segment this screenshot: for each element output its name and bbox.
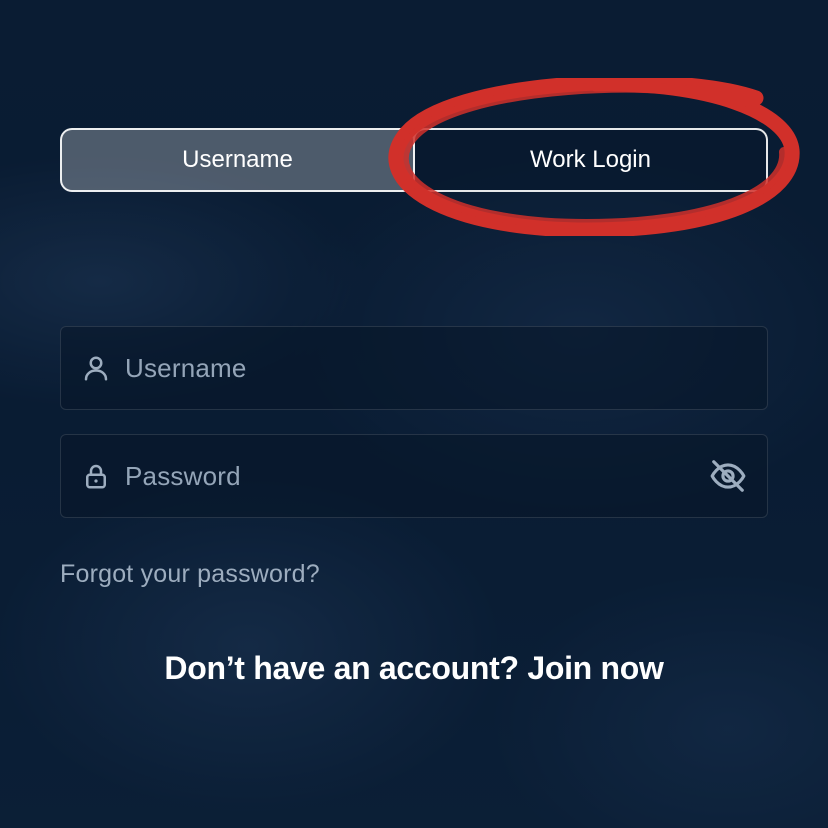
join-now-label: Don’t have an account? Join now xyxy=(164,650,663,686)
tab-work-login[interactable]: Work Login xyxy=(413,128,768,192)
password-input[interactable] xyxy=(125,461,709,492)
tab-work-login-label: Work Login xyxy=(530,146,651,174)
lock-icon xyxy=(81,461,111,491)
join-now-link[interactable]: Don’t have an account? Join now xyxy=(164,650,663,686)
tab-username[interactable]: Username xyxy=(60,128,415,192)
login-form: Forgot your password? xyxy=(60,326,768,589)
user-icon xyxy=(81,353,111,383)
join-now-section: Don’t have an account? Join now xyxy=(0,650,828,687)
login-form-container: Username Work Login xyxy=(0,0,828,589)
forgot-password-link[interactable]: Forgot your password? xyxy=(60,560,320,589)
tab-username-label: Username xyxy=(182,146,293,174)
forgot-password-label: Forgot your password? xyxy=(60,560,320,588)
password-field[interactable] xyxy=(60,434,768,518)
eye-off-icon[interactable] xyxy=(709,457,747,495)
username-field[interactable] xyxy=(60,326,768,410)
login-method-tabs: Username Work Login xyxy=(60,128,768,192)
username-input[interactable] xyxy=(125,353,747,384)
